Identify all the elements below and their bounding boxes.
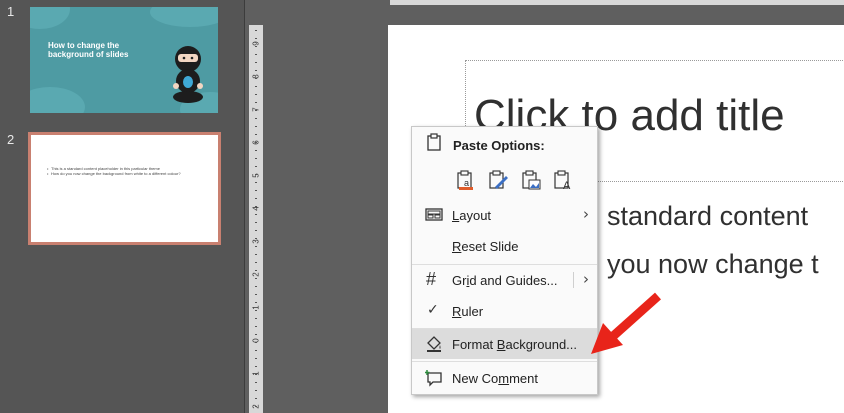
ruler-tick xyxy=(255,262,257,263)
paste-options-header: Paste Options: xyxy=(453,138,545,153)
ruler-label: 5 xyxy=(251,173,261,178)
clipboard-icon xyxy=(427,133,441,151)
ruler-tick xyxy=(255,142,257,143)
menu-item-format-background[interactable]: Format Background... xyxy=(412,329,597,359)
red-arrow-icon xyxy=(591,292,661,354)
picture-icon[interactable] xyxy=(520,169,542,191)
ruler-tick xyxy=(255,86,257,87)
ruler-tick xyxy=(255,102,257,103)
ruler-tick xyxy=(255,222,257,223)
ruler-tick xyxy=(255,158,257,159)
ruler-tick xyxy=(255,302,257,303)
svg-text:a: a xyxy=(464,178,469,188)
ruler-tick xyxy=(255,366,257,367)
ruler-tick xyxy=(255,166,257,167)
slide-number-2: 2 xyxy=(7,132,15,147)
submenu-arrow-icon: › xyxy=(583,205,589,223)
ruler-label: 9 xyxy=(251,41,261,46)
ruler-label: 0 xyxy=(251,338,261,343)
menu-item-label: Format Background... xyxy=(452,337,578,352)
body-text-line-2[interactable]: you now change t xyxy=(607,249,819,280)
body-text-line-1[interactable]: standard content xyxy=(607,201,808,232)
ruler-tick xyxy=(255,150,257,151)
ruler-tick xyxy=(255,350,257,351)
checkmark-icon: ✓ xyxy=(427,302,439,318)
ruler-tick xyxy=(255,110,257,111)
ruler-tick xyxy=(255,246,257,247)
ruler-tick xyxy=(255,270,257,271)
ruler-tick xyxy=(255,398,257,399)
keep-source-formatting-icon[interactable] xyxy=(487,169,509,191)
ruler-label: 4 xyxy=(251,206,261,211)
ruler-tick xyxy=(255,334,257,335)
ruler-tick xyxy=(255,278,257,279)
ruler-tick xyxy=(255,286,257,287)
ruler-tick xyxy=(255,174,257,175)
ruler-tick xyxy=(255,54,257,55)
submenu-arrow-icon[interactable]: › xyxy=(583,270,589,288)
new-comment-icon xyxy=(425,370,442,387)
menu-item-label: Ruler xyxy=(452,304,484,319)
ruler-tick xyxy=(255,382,257,383)
pane-divider[interactable] xyxy=(244,0,245,413)
keep-text-only-icon[interactable]: A xyxy=(552,169,574,191)
layout-icon xyxy=(425,208,443,221)
ruler-tick xyxy=(255,310,257,311)
thumbnail-bullet: How do you now change the background fro… xyxy=(47,171,207,176)
ruler-tick xyxy=(255,190,257,191)
ruler-tick xyxy=(255,30,257,31)
menu-item-label: Layout xyxy=(452,208,492,223)
menu-item-ruler[interactable]: ✓ Ruler xyxy=(412,296,597,326)
vertical-ruler: 9 8 7 6 5 4 3 2 1 0 1 2 xyxy=(249,25,263,413)
ruler-tick xyxy=(255,198,257,199)
ruler-tick xyxy=(255,62,257,63)
ruler-tick xyxy=(255,126,257,127)
menu-item-label: New Comment xyxy=(452,371,538,386)
menu-item-layout[interactable]: Layout › xyxy=(412,200,597,230)
slide-thumbnail-1[interactable]: How to change the background of slides xyxy=(30,7,218,113)
horizontal-ruler xyxy=(390,0,844,5)
ruler-tick xyxy=(255,390,257,391)
ruler-tick xyxy=(255,374,257,375)
context-menu: Paste Options: a A Layout › Reset Slide xyxy=(411,126,598,395)
slide-thumbnail-2[interactable]: This is a standard content placeholder i… xyxy=(28,132,221,245)
ruler-tick xyxy=(255,254,257,255)
ruler-tick xyxy=(255,182,257,183)
ruler-tick xyxy=(255,214,257,215)
ruler-tick xyxy=(255,318,257,319)
format-background-icon xyxy=(427,336,441,352)
menu-item-label: Grid and Guides... xyxy=(452,273,558,288)
ruler-tick xyxy=(255,206,257,207)
svg-text:A: A xyxy=(563,180,571,191)
ruler-tick xyxy=(255,134,257,135)
slide-number-1: 1 xyxy=(7,4,15,19)
menu-item-reset-slide[interactable]: Reset Slide xyxy=(412,231,597,261)
ruler-tick xyxy=(255,294,257,295)
ruler-tick xyxy=(255,238,257,239)
ruler-tick xyxy=(255,342,257,343)
ruler-tick xyxy=(255,78,257,79)
menu-item-label: Reset Slide xyxy=(452,239,519,254)
ruler-tick xyxy=(255,70,257,71)
ruler-tick xyxy=(255,118,257,119)
ruler-tick xyxy=(255,326,257,327)
split-divider xyxy=(573,272,574,288)
slide-thumbnail-pane: 1 How to change the background of slides… xyxy=(0,0,244,413)
ruler-tick xyxy=(255,230,257,231)
ruler-tick xyxy=(255,94,257,95)
thumbnail-title: How to change the background of slides xyxy=(48,41,129,59)
ruler-tick xyxy=(255,406,257,407)
use-destination-theme-icon[interactable]: a xyxy=(455,169,477,191)
ruler-tick xyxy=(255,358,257,359)
ruler-label: 1 xyxy=(251,305,261,310)
grid-icon: # xyxy=(426,269,437,289)
ruler-label: 8 xyxy=(251,74,261,79)
menu-item-grid-and-guides[interactable]: # Grid and Guides... › xyxy=(412,265,597,295)
ninja-illustration xyxy=(173,46,203,103)
ruler-tick xyxy=(255,46,257,47)
menu-item-new-comment[interactable]: New Comment xyxy=(412,363,597,393)
menu-separator xyxy=(412,361,597,362)
ruler-tick xyxy=(255,38,257,39)
